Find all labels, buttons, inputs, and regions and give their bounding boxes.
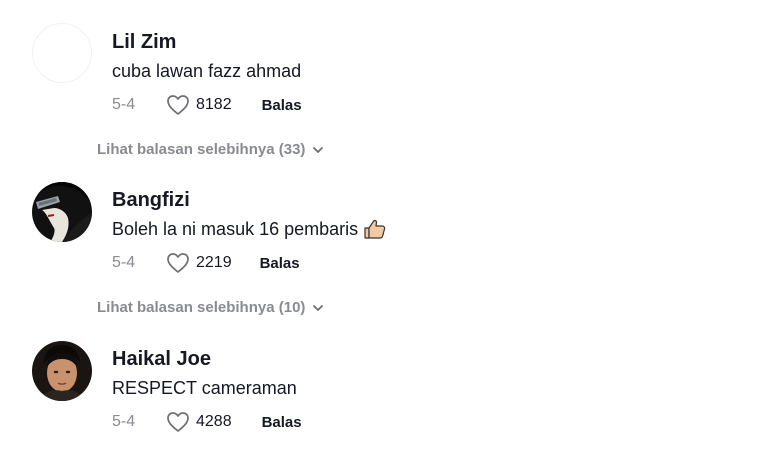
like-button[interactable]: 4288 bbox=[166, 411, 232, 433]
view-more-replies-button[interactable]: Lihat balasan selebihnya (10) bbox=[97, 299, 325, 316]
thumbs-up-emoji-icon bbox=[364, 219, 386, 239]
comment-text: cuba lawan fazz ahmad bbox=[112, 59, 301, 83]
avatar[interactable] bbox=[32, 341, 92, 401]
like-count: 4288 bbox=[196, 413, 232, 430]
comment-meta: 5-4 2219 Balas bbox=[112, 251, 300, 275]
comment-text-content: RESPECT cameraman bbox=[112, 378, 297, 398]
avatar[interactable] bbox=[32, 23, 92, 83]
comment-text: Boleh la ni masuk 16 pembaris bbox=[112, 217, 387, 241]
heart-icon bbox=[167, 253, 189, 273]
comment-meta: 5-4 4288 Balas bbox=[112, 410, 302, 434]
view-more-replies-button[interactable]: Lihat balasan selebihnya (33) bbox=[97, 141, 325, 158]
heart-icon bbox=[167, 412, 189, 432]
comment-username[interactable]: Bangfizi bbox=[112, 188, 190, 212]
chevron-down-icon bbox=[313, 146, 324, 153]
like-count: 8182 bbox=[196, 96, 232, 113]
reply-button[interactable]: Balas bbox=[262, 97, 302, 114]
comment-date: 5-4 bbox=[112, 254, 136, 271]
comment-text-content: Boleh la ni masuk 16 pembaris bbox=[112, 219, 359, 239]
reply-button[interactable]: Balas bbox=[260, 255, 300, 272]
avatar[interactable] bbox=[32, 182, 92, 242]
comment-meta: 5-4 8182 Balas bbox=[112, 93, 302, 117]
view-more-replies-label: Lihat balasan selebihnya (10) bbox=[97, 299, 306, 316]
comment-date: 5-4 bbox=[112, 413, 136, 430]
like-button[interactable]: 2219 bbox=[166, 252, 232, 274]
portrait-avatar-icon bbox=[32, 341, 92, 401]
dark-anime-avatar-icon bbox=[32, 182, 92, 242]
comment-text: RESPECT cameraman bbox=[112, 376, 297, 400]
comment-username[interactable]: Lil Zim bbox=[112, 30, 176, 54]
comment-username[interactable]: Haikal Joe bbox=[112, 347, 211, 371]
comment-date: 5-4 bbox=[112, 96, 136, 113]
heart-icon bbox=[167, 95, 189, 115]
like-count: 2219 bbox=[196, 254, 232, 271]
comment-text-content: cuba lawan fazz ahmad bbox=[112, 61, 302, 81]
like-button[interactable]: 8182 bbox=[166, 94, 232, 116]
reply-button[interactable]: Balas bbox=[262, 414, 302, 431]
view-more-replies-label: Lihat balasan selebihnya (33) bbox=[97, 141, 306, 158]
chevron-down-icon bbox=[313, 304, 324, 311]
